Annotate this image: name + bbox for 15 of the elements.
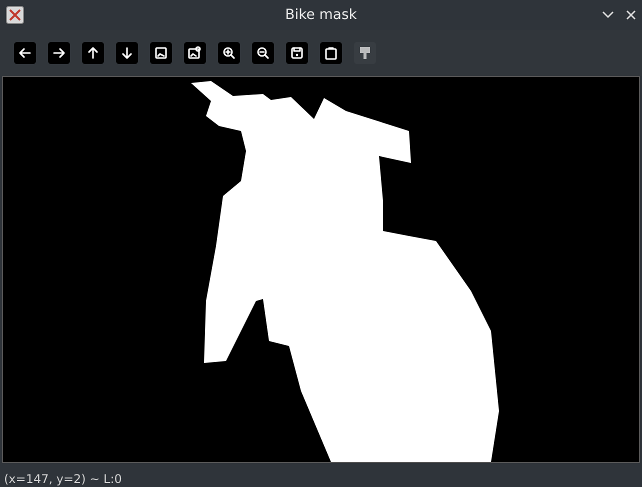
status-text: (x=147, y=2) ~ L:0 xyxy=(4,471,122,487)
toolbar-button[interactable] xyxy=(150,42,172,64)
toolbar-button[interactable] xyxy=(286,42,308,64)
app-icon xyxy=(6,6,24,24)
toolbar-button[interactable] xyxy=(48,42,70,64)
window-title: Bike mask xyxy=(285,6,357,24)
toolbar-button[interactable] xyxy=(184,42,206,64)
toolbar-button[interactable] xyxy=(14,42,36,64)
toolbar-button[interactable] xyxy=(320,42,342,64)
toolbar-button[interactable] xyxy=(116,42,138,64)
toolbar-button[interactable] xyxy=(218,42,240,64)
close-icon[interactable] xyxy=(626,10,636,20)
chevron-down-icon[interactable] xyxy=(602,11,614,19)
toolbar-button[interactable] xyxy=(252,42,274,64)
toolbar-button[interactable] xyxy=(82,42,104,64)
